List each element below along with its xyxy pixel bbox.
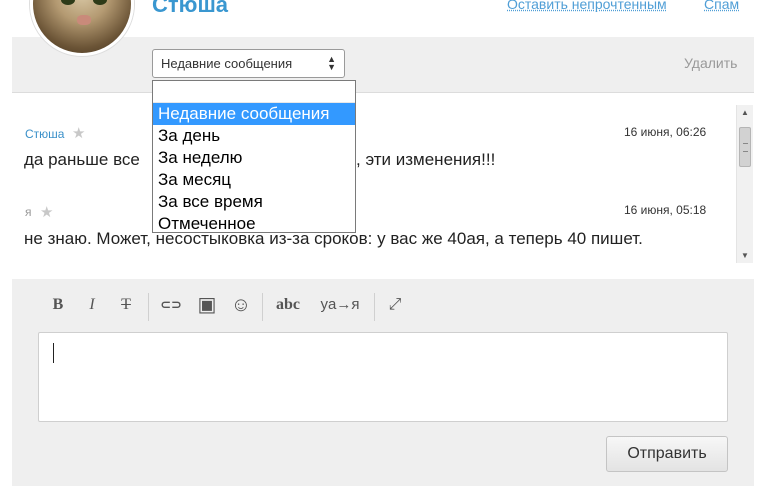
avatar-image-detail (77, 15, 91, 25)
toolbar-divider (374, 293, 375, 321)
emoji-icon[interactable]: ☺ (228, 291, 254, 319)
link-icon[interactable]: ⊂⊃ (158, 291, 184, 319)
message-list: Стюша ★ 16 июня, 06:26 да раньше все , э… (12, 105, 754, 263)
select-arrows-icon: ▲ ▼ (327, 54, 336, 72)
period-select[interactable]: Недавние сообщения ▲ ▼ (152, 49, 345, 78)
avatar-image-detail (93, 0, 107, 5)
message-filter-bar: Недавние сообщения ▲ ▼ Удалить (12, 37, 754, 93)
text-caret (53, 343, 54, 363)
avatar-image-detail (61, 0, 75, 5)
dropdown-option-recent[interactable]: Недавние сообщения (153, 103, 355, 125)
conversation-username[interactable]: Стюша (152, 0, 228, 18)
spam-link[interactable]: Спам (704, 0, 739, 12)
period-dropdown: Недавние сообщения За день За неделю За … (152, 80, 356, 233)
strikethrough-icon[interactable]: T (116, 291, 136, 319)
dropdown-option-starred[interactable]: Отмеченное (153, 213, 355, 235)
toolbar-divider (148, 293, 149, 321)
fullscreen-icon[interactable]: ⤢ (384, 291, 406, 319)
spellcheck-icon[interactable]: abc (270, 291, 306, 319)
toolbar-divider (262, 293, 263, 321)
reply-composer: B I T ⊂⊃ ▣ ☺ abc ya→я ⤢ Отправить (12, 279, 754, 486)
message-text: , эти изменения!!! (356, 150, 496, 169)
dropdown-option-week[interactable]: За неделю (153, 147, 355, 169)
star-icon[interactable]: ★ (72, 124, 85, 142)
message-author: я (25, 205, 32, 219)
bold-icon[interactable]: B (48, 291, 68, 319)
dropdown-option-day[interactable]: За день (153, 125, 355, 147)
scroll-down-icon[interactable]: ▼ (741, 251, 749, 260)
delete-link[interactable]: Удалить (684, 55, 737, 71)
scroll-up-icon[interactable]: ▲ (741, 108, 749, 117)
message-text: да раньше все (24, 150, 140, 169)
message-author[interactable]: Стюша (25, 127, 64, 141)
image-icon[interactable]: ▣ (194, 291, 220, 319)
italic-icon[interactable]: I (82, 291, 102, 319)
dropdown-option-all-time[interactable]: За все время (153, 191, 355, 213)
period-select-value: Недавние сообщения (161, 56, 293, 71)
dropdown-option-month[interactable]: За месяц (153, 169, 355, 191)
message-time: 16 июня, 06:26 (624, 125, 707, 139)
translit-icon[interactable]: ya→я (314, 291, 366, 319)
mark-unread-link[interactable]: Оставить непрочтенным (507, 0, 667, 12)
send-button[interactable]: Отправить (606, 436, 728, 472)
message-list-scrollbar[interactable]: ▲ ▼ (736, 105, 753, 263)
scrollbar-thumb[interactable] (739, 127, 751, 167)
dropdown-blank-row (153, 81, 355, 103)
message-time: 16 июня, 05:18 (624, 203, 707, 217)
message-input[interactable] (38, 332, 728, 422)
star-icon[interactable]: ★ (40, 203, 53, 221)
